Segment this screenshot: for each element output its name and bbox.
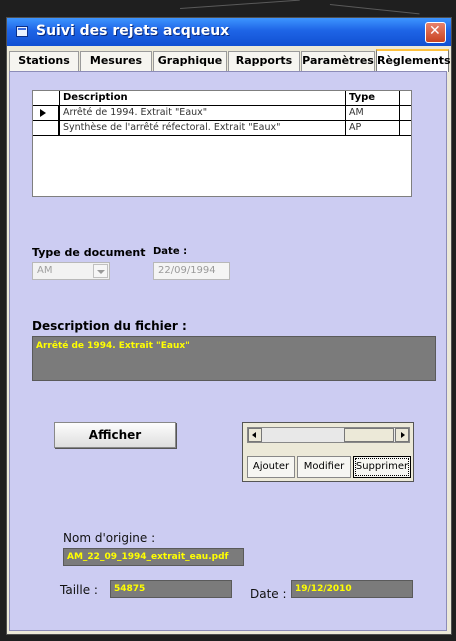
file-date-label: Date : (250, 587, 287, 601)
scroll-left-icon[interactable] (248, 428, 262, 442)
row-description[interactable]: Synthèse de l'arrêté réfectoral. Extrait… (63, 122, 280, 133)
type-document-value: AM (37, 265, 53, 276)
type-document-label: Type de document (32, 246, 146, 259)
grid-header: Description Type (33, 91, 411, 106)
tab-reglements[interactable]: Règlements (376, 49, 451, 72)
column-header-type[interactable]: Type (349, 92, 375, 103)
tab-graphique[interactable]: Graphique (153, 51, 227, 71)
file-date-field[interactable]: 19/12/2010 (291, 580, 413, 598)
record-scrollbar[interactable] (247, 427, 410, 443)
origin-name-field[interactable]: AM_22_09_1994_extrait_eau.pdf (63, 548, 244, 566)
table-row[interactable]: Synthèse de l'arrêté réfectoral. Extrait… (33, 121, 411, 136)
app-icon (16, 26, 28, 37)
row-description[interactable]: Arrêté de 1994. Extrait "Eaux" (63, 107, 207, 118)
scroll-right-icon[interactable] (395, 428, 409, 442)
ajouter-button[interactable]: Ajouter (247, 456, 295, 478)
record-actions-box: Ajouter Modifier Supprimer (242, 422, 414, 482)
row-type[interactable]: AP (349, 122, 361, 133)
column-divider (345, 91, 346, 135)
row-selector[interactable] (33, 106, 59, 120)
origin-name-label: Nom d'origine : (63, 531, 156, 545)
tab-parametres[interactable]: Paramètres (301, 51, 375, 71)
row-selector[interactable] (33, 121, 59, 135)
modifier-button[interactable]: Modifier (297, 456, 351, 478)
afficher-button[interactable]: Afficher (54, 422, 176, 448)
close-button[interactable] (425, 22, 446, 43)
supprimer-button[interactable]: Supprimer (353, 456, 411, 478)
chevron-down-icon[interactable] (93, 264, 108, 278)
desktop-line (329, 4, 420, 15)
date-label: Date : (153, 246, 188, 257)
description-field[interactable]: Arrêté de 1994. Extrait "Eaux" (32, 336, 436, 381)
column-divider (59, 91, 60, 135)
document-date-field[interactable]: 22/09/1994 (153, 262, 230, 280)
scroll-thumb[interactable] (344, 428, 394, 442)
tab-rapports[interactable]: Rapports (228, 51, 300, 71)
size-field[interactable]: 54875 (110, 580, 232, 598)
title-bar[interactable]: Suivi des rejets acqueux (7, 18, 451, 46)
tab-stations[interactable]: Stations (9, 51, 79, 71)
description-label: Description du fichier : (32, 319, 187, 333)
size-label: Taille : (60, 583, 98, 597)
column-header-description[interactable]: Description (63, 92, 128, 103)
tab-strip: Stations Mesures Graphique Rapports Para… (9, 49, 451, 72)
table-row[interactable]: Arrêté de 1994. Extrait "Eaux" AM (33, 106, 411, 121)
row-type[interactable]: AM (349, 107, 364, 118)
documents-grid[interactable]: Description Type Arrêté de 1994. Extrait… (32, 90, 412, 197)
reglements-panel: Description Type Arrêté de 1994. Extrait… (9, 71, 447, 631)
desktop-line (180, 0, 300, 9)
window-title: Suivi des rejets acqueux (36, 23, 230, 39)
current-row-icon (40, 109, 46, 117)
column-divider (399, 91, 400, 135)
type-document-select[interactable]: AM (32, 262, 110, 280)
client-area: Stations Mesures Graphique Rapports Para… (7, 46, 451, 634)
tab-mesures[interactable]: Mesures (80, 51, 152, 71)
desktop: { "window": { "title": "Suivi des rejets… (0, 0, 456, 641)
app-window: Suivi des rejets acqueux Stations Mesure… (6, 17, 452, 635)
